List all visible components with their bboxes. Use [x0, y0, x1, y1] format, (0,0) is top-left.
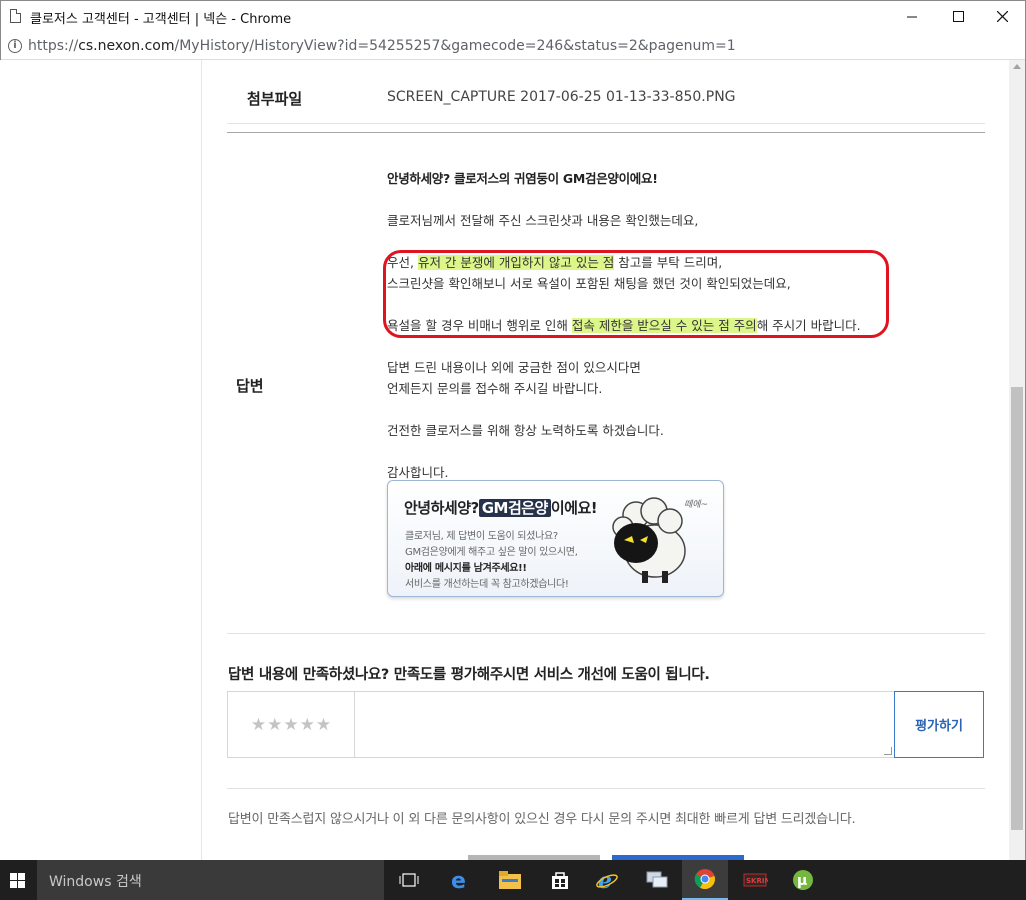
annotation-red-outline — [383, 250, 889, 338]
answer-line: 클로저님께서 전달해 주신 스크린샷과 내용은 확인했는데요, — [387, 213, 699, 228]
close-icon — [996, 11, 1008, 22]
submit-rating-button[interactable]: 평가하기 — [894, 691, 984, 758]
star-icon[interactable]: ★ — [316, 715, 331, 735]
task-view-button[interactable] — [386, 860, 432, 900]
address-bar[interactable]: i https://cs.nexon.com/MyHistory/History… — [1, 32, 1025, 60]
folder-icon — [499, 871, 521, 889]
svg-text:e: e — [451, 869, 466, 891]
network-app-button[interactable] — [634, 860, 680, 900]
svg-text:μ: μ — [797, 873, 807, 889]
minimize-icon — [907, 16, 917, 17]
store-button[interactable] — [537, 860, 583, 900]
info-icon[interactable]: i — [8, 39, 22, 53]
section-divider — [227, 788, 985, 789]
scrollbar-thumb[interactable] — [1011, 387, 1023, 830]
black-sheep-icon — [612, 497, 686, 583]
star-icon[interactable]: ★ — [283, 715, 298, 735]
rating-comment-field[interactable] — [356, 692, 894, 757]
resize-grip-icon[interactable] — [884, 747, 892, 755]
banner-title-text: 이에요! — [550, 499, 598, 517]
window-title: 클로저스 고객센터 - 고객센터 | 넥슨 - Chrome — [30, 12, 292, 27]
svg-text:SKRIM: SKRIM — [746, 877, 768, 885]
task-view-icon — [399, 873, 419, 887]
computer-network-icon — [646, 871, 668, 888]
attachment-label: 첨부파일 — [247, 90, 303, 108]
minimize-button[interactable] — [889, 1, 935, 32]
windows-logo-icon — [10, 872, 25, 888]
answer-label: 답변 — [236, 377, 264, 395]
game-launcher-icon: SKRIM — [743, 873, 768, 887]
banner-line: 클로저님, 제 답변이 도움이 되셨나요? — [405, 531, 558, 542]
rating-box: ★ ★ ★ ★ ★ — [227, 691, 895, 758]
taskbar-search[interactable]: Windows 검색 — [37, 860, 384, 900]
page-icon — [10, 9, 21, 23]
star-icon[interactable]: ★ — [300, 715, 315, 735]
url-text[interactable]: https://cs.nexon.com/MyHistory/HistoryVi… — [28, 38, 736, 54]
attachment-filename[interactable]: SCREEN_CAPTURE 2017-06-25 01-13-33-850.P… — [387, 89, 736, 105]
page-viewport: 첨부파일 SCREEN_CAPTURE 2017-06-25 01-13-33-… — [0, 60, 1009, 860]
banner-line: 아래에 메시지를 남겨주세요!! — [405, 563, 527, 574]
banner-line: 서비스를 개선하는데 꼭 참고하겠습니다! — [405, 579, 569, 590]
answer-line: 언제든지 문의를 접수해 주시길 바랍니다. — [387, 381, 603, 396]
gm-banner: 안녕하세양? GM검은양 이에요! 클로저님, 제 답변이 도움이 되셨나요? GM… — [387, 480, 724, 597]
internet-explorer-icon: e — [596, 869, 618, 891]
attachment-row: 첨부파일 SCREEN_CAPTURE 2017-06-25 01-13-33-… — [227, 72, 985, 124]
answer-line: 답변 드린 내용이나 외에 궁금한 점이 있으시다면 — [387, 360, 641, 375]
utorrent-button[interactable]: μ — [780, 860, 826, 900]
url-scheme: https:// — [28, 38, 79, 54]
star-rating[interactable]: ★ ★ ★ ★ ★ — [228, 692, 355, 757]
close-button[interactable] — [979, 1, 1025, 32]
start-button[interactable] — [0, 860, 35, 900]
banner-title-text: 안녕하세양? — [404, 499, 479, 517]
banner-badge: GM검은양 — [478, 499, 551, 517]
game-launcher-button[interactable]: SKRIM — [732, 860, 778, 900]
maximize-button[interactable] — [935, 1, 981, 32]
section-divider — [227, 633, 985, 634]
chrome-icon — [694, 869, 715, 890]
maximize-icon — [952, 11, 964, 22]
title-bar: 클로저스 고객센터 - 고객센터 | 넥슨 - Chrome — [1, 1, 1025, 32]
chrome-button[interactable] — [682, 860, 728, 900]
store-icon — [552, 872, 568, 889]
taskbar-search-placeholder: Windows 검색 — [49, 874, 142, 890]
taskbar: Windows 검색 e e SKRIM μ — [0, 860, 1026, 900]
answer-line: 건전한 클로저스를 위해 항상 노력하도록 하겠습니다. — [387, 423, 664, 438]
edge-button[interactable]: e — [437, 860, 483, 900]
banner-line: GM검은양에게 해주고 싶은 말이 있으시면, — [405, 547, 578, 558]
ie-button[interactable]: e — [584, 860, 630, 900]
answer-line: 감사합니다. — [387, 465, 449, 480]
footnote-text: 답변이 만족스럽지 않으시거나 이 외 다른 문의사항이 있으신 경우 다시 문… — [228, 812, 856, 827]
banner-title: 안녕하세양? GM검은양 이에요! — [404, 497, 598, 518]
utorrent-icon: μ — [793, 870, 813, 890]
url-host: cs.nexon.com — [78, 38, 175, 54]
edge-icon: e — [451, 869, 466, 891]
file-explorer-button[interactable] — [487, 860, 533, 900]
vertical-scrollbar[interactable] — [1009, 60, 1025, 860]
answer-greeting: 안녕하세양? 클로저스의 귀염둥이 GM검은양이에요! — [387, 171, 658, 186]
star-icon[interactable]: ★ — [267, 715, 282, 735]
url-path: /MyHistory/HistoryView?id=54255257&gamec… — [174, 38, 736, 54]
rating-question: 답변 내용에 만족하셨나요? 만족도를 평가해주시면 서비스 개선에 도움이 됩… — [228, 667, 710, 683]
scroll-up-icon[interactable] — [1013, 64, 1021, 69]
section-divider — [227, 132, 985, 133]
star-icon[interactable]: ★ — [251, 715, 266, 735]
